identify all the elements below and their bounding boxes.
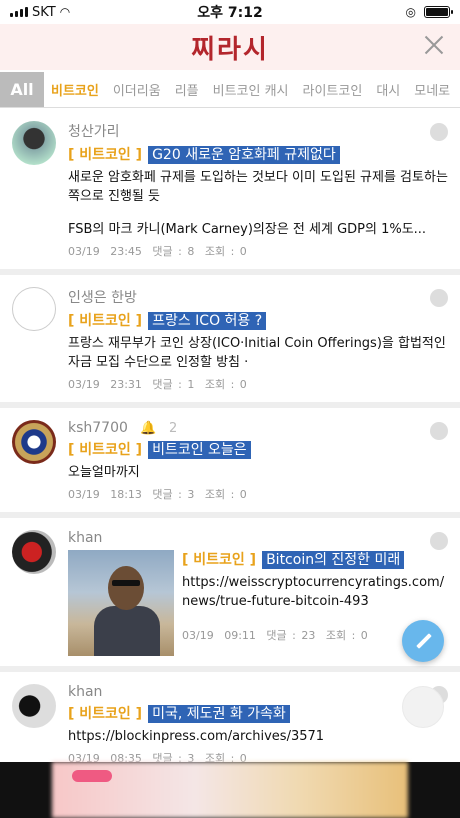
- ad-badge: [72, 770, 112, 782]
- battery-icon: [424, 6, 453, 18]
- post-subject[interactable]: [ 비트코인 ] G20 새로운 암호화페 규제없다: [68, 145, 448, 165]
- post-time: 18:13: [110, 488, 142, 501]
- post-body-more: FSB의 마크 카니(Mark Carney)의장은 전 세계 GDP의 1%도…: [68, 222, 427, 237]
- thumbs-up-icon[interactable]: [430, 123, 448, 141]
- tab-ripple[interactable]: 리플: [168, 80, 206, 99]
- post-date: 03/19: [68, 245, 100, 258]
- ad-banner[interactable]: [0, 762, 460, 818]
- status-icons: ◎: [300, 5, 453, 19]
- post-body: https://blockinpress.com/archives/3571: [68, 729, 325, 744]
- post-time: 08:35: [110, 752, 142, 762]
- post-time: 23:31: [110, 378, 142, 391]
- post-author[interactable]: 청산가리: [68, 121, 448, 141]
- post-date: 03/19: [182, 629, 214, 642]
- post-comments: 댓글 : 23: [266, 629, 316, 642]
- post-meta: 03/19 23:45 댓글 : 8 조회 : 0: [68, 243, 448, 259]
- post-title: 프랑스 ICO 허용 ?: [148, 312, 267, 330]
- lock-rotation-icon: ◎: [405, 5, 416, 19]
- clock: 오후 7:12: [197, 5, 263, 21]
- post-content[interactable]: [ 비트코인 ] Bitcoin의 진정한 미래 https://weisscry…: [68, 550, 448, 656]
- tab-bitcoin[interactable]: 비트코인: [44, 80, 106, 99]
- post-author[interactable]: 인생은 한방: [68, 287, 448, 307]
- tab-bitcoin-cash[interactable]: 비트코인 캐시: [206, 80, 296, 99]
- carrier-label: SKT: [32, 4, 56, 20]
- avatar[interactable]: [12, 287, 56, 331]
- post-author[interactable]: khan: [68, 684, 448, 700]
- close-icon[interactable]: [422, 33, 446, 57]
- bell-icon: 🔔: [140, 421, 157, 436]
- post-meta: 03/19 08:35 댓글 : 3 조회 : 0: [68, 750, 448, 762]
- thumbs-up-icon[interactable]: [430, 422, 448, 440]
- alert-count: 2: [169, 421, 178, 436]
- signal-icon: [10, 7, 28, 17]
- post-comments: 댓글 : 3: [152, 488, 195, 501]
- post-thumbnail[interactable]: [68, 550, 174, 656]
- scroll-top-button[interactable]: [402, 686, 444, 728]
- post-body: 오늘얼마까지: [68, 465, 140, 480]
- post-date: 03/19: [68, 378, 100, 391]
- list-item[interactable]: 인생은 한방 [ 비트코인 ] 프랑스 ICO 허용 ? 프랑스 재무부가 코인 …: [0, 275, 460, 402]
- post-views: 조회 : 0: [204, 488, 247, 501]
- post-comments: 댓글 : 3: [152, 752, 195, 762]
- post-body: 새로운 암호화페 규제를 도입하는 것보다 이미 도입된 규제를 검토하는 쪽으…: [68, 170, 448, 204]
- thumbnail-glasses: [112, 580, 140, 586]
- carrier-area: SKT ◠: [10, 5, 160, 20]
- tab-all[interactable]: All: [0, 72, 44, 107]
- list-item[interactable]: khan [ 비트코인 ] Bitcoin의 진정한 미래 https://wei…: [0, 518, 460, 666]
- avatar[interactable]: [12, 420, 56, 464]
- post-title: 미국, 제도권 화 가속화: [148, 705, 290, 723]
- tab-ethereum[interactable]: 이더리움: [106, 80, 168, 99]
- post-title: G20 새로운 암호화페 규제없다: [148, 146, 340, 164]
- app-title: 찌라시: [191, 34, 269, 65]
- pencil-icon[interactable]: [402, 620, 444, 662]
- post-category: [ 비트코인 ]: [68, 442, 143, 458]
- avatar[interactable]: [12, 121, 56, 165]
- post-category: [ 비트코인 ]: [182, 552, 257, 568]
- post-views: 조회 : 0: [204, 245, 247, 258]
- post-category: [ 비트코인 ]: [68, 147, 143, 163]
- post-subject[interactable]: [ 비트코인 ] Bitcoin의 진정한 미래: [182, 550, 448, 570]
- post-comments: 댓글 : 1: [152, 378, 195, 391]
- post-author[interactable]: khan: [68, 530, 448, 546]
- list-item[interactable]: 청산가리 [ 비트코인 ] G20 새로운 암호화페 규제없다 새로운 암호화페 …: [0, 109, 460, 269]
- post-title: Bitcoin의 진정한 미래: [262, 551, 405, 569]
- post-author[interactable]: ksh7700 🔔 2: [68, 420, 448, 436]
- post-meta: 03/19 23:31 댓글 : 1 조회 : 0: [68, 376, 448, 392]
- wifi-icon: ◠: [59, 5, 71, 19]
- post-meta: 03/19 18:13 댓글 : 3 조회 : 0: [68, 486, 448, 502]
- tab-monero[interactable]: 모네로: [407, 80, 457, 99]
- thumbnail-figure: [94, 606, 160, 656]
- post-subject[interactable]: [ 비트코인 ] 비트코인 오늘은: [68, 440, 448, 460]
- avatar[interactable]: [12, 684, 56, 728]
- post-subject[interactable]: [ 비트코인 ] 프랑스 ICO 허용 ?: [68, 311, 448, 331]
- post-subject[interactable]: [ 비트코인 ] 미국, 제도권 화 가속화: [68, 704, 448, 724]
- thumbs-up-icon[interactable]: [430, 532, 448, 550]
- post-views: 조회 : 0: [204, 752, 247, 762]
- tab-litecoin[interactable]: 라이트코인: [296, 80, 370, 99]
- post-date: 03/19: [68, 752, 100, 762]
- status-bar: SKT ◠ 오후 7:12 ◎: [0, 0, 460, 24]
- post-body: 프랑스 재무부가 코인 상장(ICO·Initial Coin Offering…: [68, 336, 446, 370]
- post-time: 23:45: [110, 245, 142, 258]
- category-tabs: All 비트코인 이더리움 리플 비트코인 캐시 라이트코인 대시 모네로: [0, 72, 460, 108]
- list-item[interactable]: ksh7700 🔔 2 [ 비트코인 ] 비트코인 오늘은 오늘얼마까지 03/1…: [0, 408, 460, 512]
- post-body: https://weisscryptocurrencyratings.com/n…: [182, 575, 445, 609]
- post-category: [ 비트코인 ]: [68, 706, 143, 722]
- post-views: 조회 : 0: [325, 629, 368, 642]
- thumbs-up-icon[interactable]: [430, 289, 448, 307]
- post-time: 09:11: [224, 629, 256, 642]
- post-views: 조회 : 0: [204, 378, 247, 391]
- post-category: [ 비트코인 ]: [68, 313, 143, 329]
- thumbnail-face: [108, 566, 144, 610]
- app-header: 찌라시: [0, 24, 460, 70]
- list-item[interactable]: khan [ 비트코인 ] 미국, 제도권 화 가속화 https://block…: [0, 672, 460, 762]
- avatar[interactable]: [12, 530, 56, 574]
- author-name: ksh7700: [68, 420, 128, 436]
- post-date: 03/19: [68, 488, 100, 501]
- post-feed: 청산가리 [ 비트코인 ] G20 새로운 암호화페 규제없다 새로운 암호화페 …: [0, 109, 460, 762]
- post-title: 비트코인 오늘은: [148, 441, 251, 459]
- tab-dash[interactable]: 대시: [369, 80, 407, 99]
- post-comments: 댓글 : 8: [152, 245, 195, 258]
